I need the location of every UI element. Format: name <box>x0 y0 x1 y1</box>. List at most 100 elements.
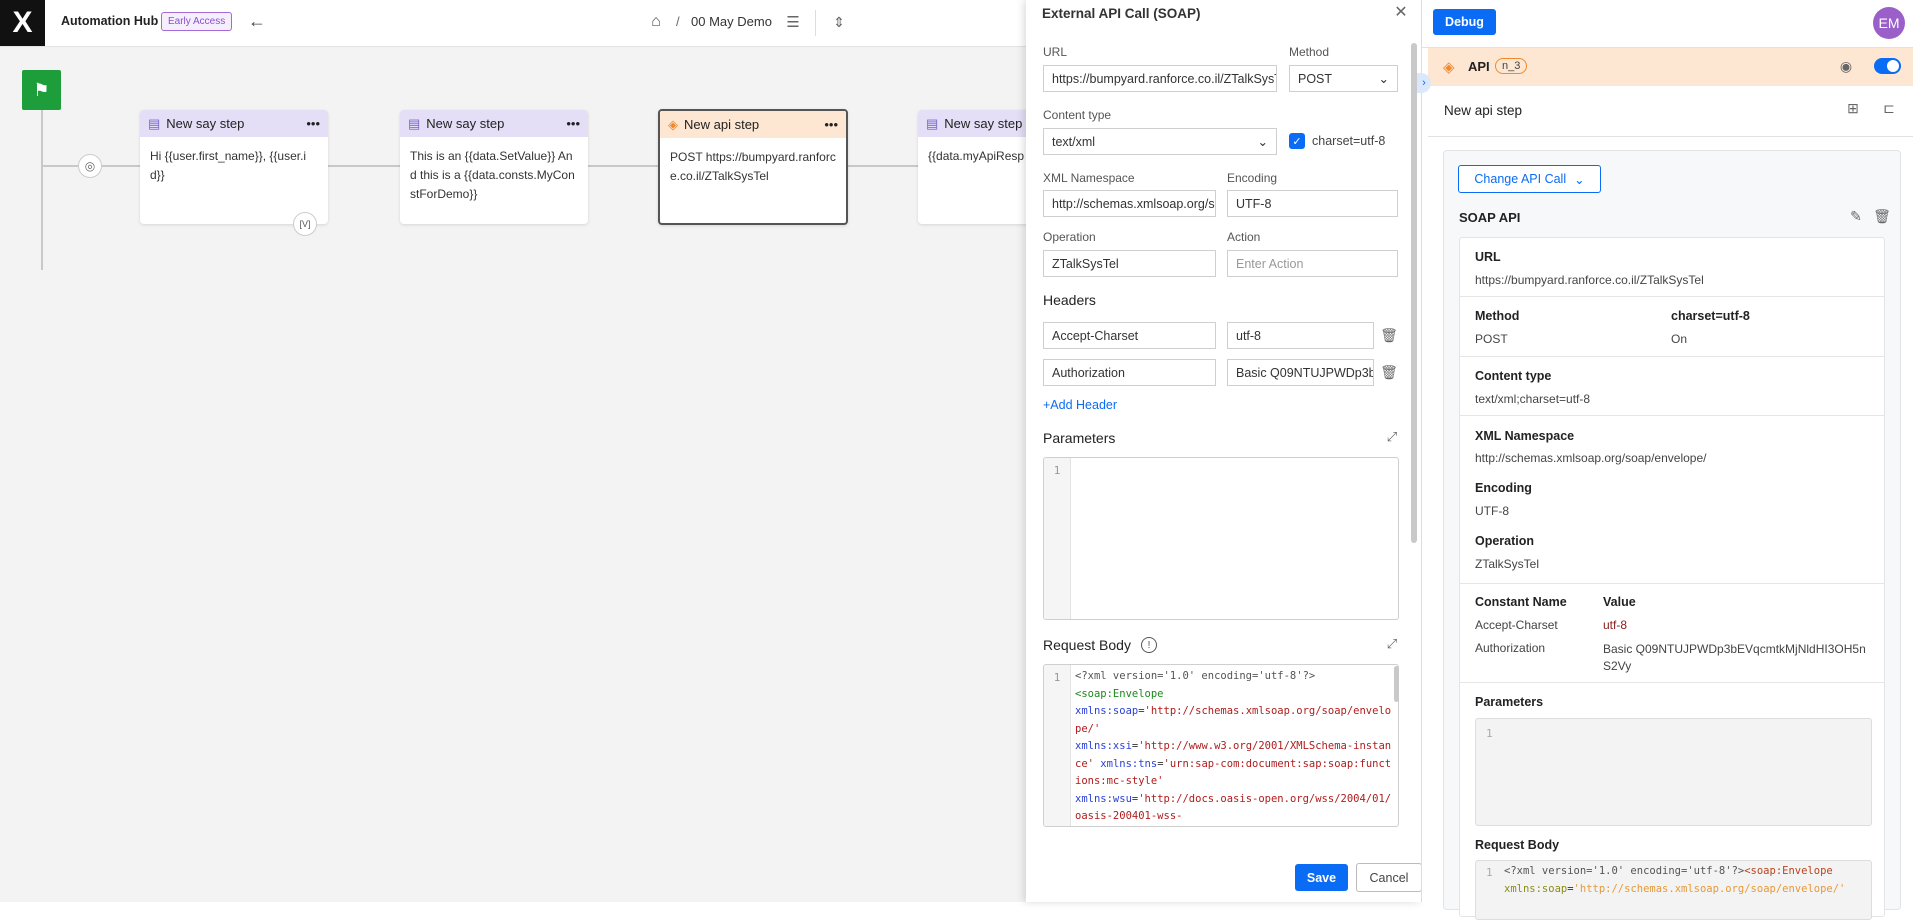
modal-title: External API Call (SOAP) <box>1042 6 1201 21</box>
avatar[interactable]: EM <box>1873 7 1905 39</box>
more-icon[interactable]: ••• <box>824 117 838 132</box>
add-block-icon[interactable]: ⊏ <box>1880 98 1898 118</box>
operation-input[interactable]: ZTalkSysTel <box>1043 250 1216 277</box>
api-config-card: Change API Call ⌄ SOAP API ✎ 🗑 URL https:… <box>1443 150 1901 920</box>
charset-checkbox[interactable]: ✓ <box>1289 133 1305 149</box>
content-type-value: text/xml <box>1052 134 1096 149</box>
url-label: URL <box>1043 45 1068 59</box>
parameters-editor[interactable]: 1 <box>1043 457 1399 620</box>
divider <box>1460 356 1884 357</box>
xml-namespace-label: XML Namespace <box>1043 171 1135 185</box>
content-type-select[interactable]: text/xml ⌄ <box>1043 128 1277 155</box>
cancel-button[interactable]: Cancel <box>1356 863 1422 892</box>
enabled-toggle[interactable] <box>1874 58 1901 74</box>
code-token: xmlns:wsu <box>1075 792 1132 805</box>
card-body: This is an {{data.SetValue}} And this is… <box>410 149 575 201</box>
change-api-call-button[interactable]: Change API Call ⌄ <box>1458 165 1601 193</box>
collapse-panel-chevron-icon[interactable]: › <box>1417 73 1431 93</box>
chat-icon: ▤ <box>148 115 161 131</box>
chevron-down-icon: ⌄ <box>1378 72 1389 86</box>
code-line: xmlns:soap='http://schemas.xmlsoap.org/s… <box>1075 703 1394 738</box>
method-value: POST <box>1475 332 1508 346</box>
divider <box>815 10 816 36</box>
url-input[interactable]: https://bumpyard.ranforce.co.il/ZTalkSys… <box>1043 65 1277 92</box>
expand-icon[interactable]: ⤢ <box>1384 428 1400 446</box>
project-name[interactable]: 00 May Demo <box>691 14 772 29</box>
more-icon[interactable]: ••• <box>306 116 320 131</box>
request-body-code: <?xml version='1.0' encoding='utf-8'?><s… <box>1502 861 1862 900</box>
method-label: Method <box>1289 45 1330 59</box>
node-id-badge: n_3 <box>1495 58 1528 74</box>
code-line: xmlns:soap='http://schemas.xmlsoap.org/s… <box>1504 881 1860 899</box>
charset-label: charset=utf-8 <box>1671 309 1750 323</box>
encoding-label: Encoding <box>1475 481 1532 495</box>
collapse-icon[interactable]: ⇕ <box>831 11 847 33</box>
content-type-label: Content type <box>1043 108 1112 122</box>
debug-button[interactable]: Debug <box>1433 9 1496 35</box>
code-token: 'http://schemas.xmlsoap.org/soap/envelop… <box>1573 882 1846 895</box>
header-value-input[interactable]: utf-8 <box>1227 322 1374 349</box>
trash-icon[interactable]: 🗑 <box>1380 361 1398 383</box>
xml-namespace-input[interactable]: http://schemas.xmlsoap.org/soap/envelope… <box>1043 190 1216 217</box>
globe-icon[interactable]: ◎ <box>78 154 102 178</box>
close-icon[interactable]: ✕ <box>1392 2 1410 22</box>
encoding-input[interactable]: UTF-8 <box>1227 190 1398 217</box>
edit-pencil-icon[interactable]: ✎ <box>1848 207 1864 225</box>
operation-value: ZTalkSysTel <box>1475 557 1540 571</box>
request-body-viewer: 1 <?xml version='1.0' encoding='utf-8'?>… <box>1475 860 1872 920</box>
home-icon[interactable]: ⌂ <box>646 11 666 33</box>
trash-icon[interactable]: 🗑 <box>1380 324 1398 346</box>
header-name-input[interactable]: Accept-Charset <box>1043 322 1216 349</box>
flow-card-say-2[interactable]: ▤ New say step ••• This is an {{data.SetVa… <box>400 110 588 224</box>
action-input[interactable]: Enter Action <box>1227 250 1398 277</box>
connector-line <box>41 110 43 270</box>
api-summary: URL https://bumpyard.ranforce.co.il/ZTal… <box>1459 237 1885 920</box>
divider <box>1460 296 1884 297</box>
app-logo[interactable]: X <box>0 0 45 46</box>
expand-icon[interactable]: ⤢ <box>1384 635 1400 653</box>
flow-card-say-1[interactable]: ▤ New say step ••• Hi {{user.first_name}},… <box>140 110 328 224</box>
parameters-heading: Parameters <box>1043 430 1116 446</box>
constant-value: utf-8 <box>1603 618 1628 632</box>
method-select[interactable]: POST ⌄ <box>1289 65 1398 92</box>
add-header-link[interactable]: +Add Header <box>1043 398 1117 412</box>
action-label: Action <box>1227 230 1261 244</box>
code-token: xmlns:soap <box>1504 882 1568 895</box>
method-label: Method <box>1475 309 1520 323</box>
info-icon[interactable]: ! <box>1141 637 1157 653</box>
back-arrow-icon[interactable]: ← <box>247 10 267 32</box>
chat-icon: ▤ <box>926 115 939 131</box>
encoding-label: Encoding <box>1227 171 1278 185</box>
constant-name-heading: Constant Name <box>1475 595 1567 609</box>
top-bar: X Automation Hub Early Access ← ⌂ / 00 M… <box>0 0 1026 47</box>
step-name[interactable]: New api step <box>1444 103 1522 118</box>
card-body: POST https://bumpyard.ranforce.co.il/ZTa… <box>670 150 836 183</box>
code-token: <soap:Envelope <box>1744 865 1833 877</box>
divider <box>1428 136 1913 137</box>
flow-canvas[interactable]: ⚑ ◎ ▤ New say step ••• Hi {{user.first_nam… <box>0 47 1106 902</box>
divider <box>1460 682 1884 683</box>
add-file-icon[interactable]: ⊞ <box>1845 98 1861 118</box>
more-icon[interactable]: ••• <box>566 116 580 131</box>
chevron-down-icon: ⌄ <box>1257 135 1268 149</box>
variable-badge[interactable]: [V] <box>293 212 317 236</box>
code-token: xmlns:xsi <box>1075 740 1132 752</box>
start-flag-icon[interactable]: ⚑ <box>22 70 61 110</box>
request-body-editor[interactable]: 1 <?xml version='1.0' encoding='utf-8'?>… <box>1043 664 1399 827</box>
operation-label: Operation <box>1043 230 1096 244</box>
scrollbar[interactable] <box>1411 43 1417 543</box>
api-icon: ◈ <box>1443 59 1455 76</box>
request-body-code[interactable]: <?xml version='1.0' encoding='utf-8'?> <s… <box>1071 665 1398 826</box>
flow-card-api[interactable]: ◈ New api step ••• POST https://bumpyard.r… <box>658 109 848 225</box>
code-token: <soap:Envelope <box>1075 687 1164 700</box>
trash-icon[interactable]: 🗑 <box>1873 207 1891 225</box>
eye-icon[interactable]: ◉ <box>1836 57 1856 75</box>
editor-scrollbar[interactable] <box>1394 666 1399 702</box>
method-value: POST <box>1298 71 1333 86</box>
settings-sliders-icon[interactable]: ☰ <box>784 11 802 33</box>
save-button[interactable]: Save <box>1295 864 1348 891</box>
header-name-input[interactable]: Authorization <box>1043 359 1216 386</box>
divider <box>1460 583 1884 584</box>
header-value-input[interactable]: Basic Q09NTUJPWDp3bEVqcmtkMjNldHI3OH5nS2… <box>1227 359 1374 386</box>
code-line: <soap:Envelope <box>1075 686 1394 704</box>
